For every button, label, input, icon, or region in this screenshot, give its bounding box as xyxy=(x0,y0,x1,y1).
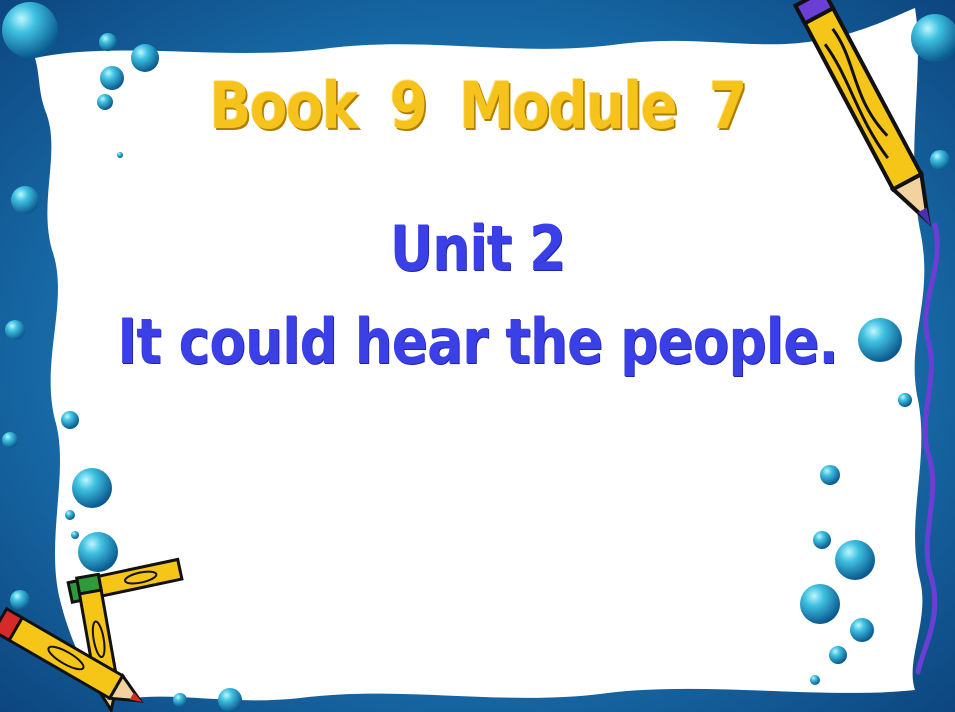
book-module-title: Book 9 Module 7 xyxy=(209,70,747,144)
slide: Book 9 Module 7 Unit 2 It could hear the… xyxy=(0,0,955,712)
unit-title: Unit 2 xyxy=(389,212,566,285)
lesson-title: It could hear the people. xyxy=(117,305,838,378)
